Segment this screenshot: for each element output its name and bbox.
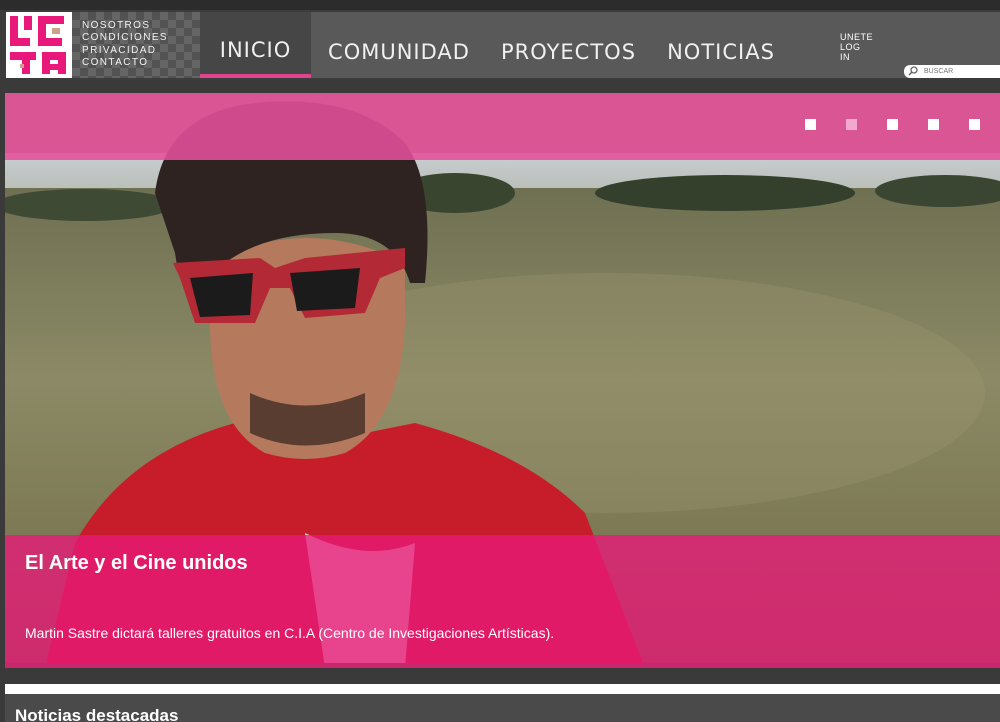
logo-mark-icon <box>10 16 66 74</box>
main-nav: INICIO COMUNIDAD PROYECTOS NOTICIAS <box>200 12 1000 78</box>
hero-slider: El Arte y el Cine unidos Martin Sastre d… <box>5 93 1000 668</box>
top-strip <box>0 0 1000 10</box>
featured-news-section: Noticias destacadas <box>5 694 1000 722</box>
slider-dot-5[interactable] <box>969 119 980 130</box>
nav-inicio[interactable]: INICIO <box>200 12 311 78</box>
slider-top-band <box>5 93 1000 160</box>
section-title: Noticias destacadas <box>15 706 179 722</box>
site-header: NOSOTROS CONDICIONES PRIVACIDAD CONTACTO… <box>0 10 1000 80</box>
slider-dot-2[interactable] <box>846 119 857 130</box>
login-link[interactable]: LOG IN <box>840 42 864 62</box>
slider-dot-3[interactable] <box>887 119 898 130</box>
link-privacidad[interactable]: PRIVACIDAD <box>82 45 168 57</box>
search-icon[interactable] <box>908 66 918 76</box>
slider-pagination <box>805 119 980 130</box>
nav-noticias[interactable]: NOTICIAS <box>660 12 782 78</box>
nav-comunidad[interactable]: COMUNIDAD <box>318 12 480 78</box>
search-input[interactable] <box>924 66 998 77</box>
footer-links: NOSOTROS CONDICIONES PRIVACIDAD CONTACTO <box>82 20 168 69</box>
slider-dot-1[interactable] <box>805 119 816 130</box>
nav-proyectos[interactable]: PROYECTOS <box>496 12 641 78</box>
link-condiciones[interactable]: CONDICIONES <box>82 32 168 44</box>
slide-caption[interactable]: El Arte y el Cine unidos Martin Sastre d… <box>5 535 1000 668</box>
site-logo[interactable] <box>6 12 72 78</box>
slider-dot-4[interactable] <box>928 119 939 130</box>
divider-bar <box>5 684 1000 694</box>
slide-title[interactable]: El Arte y el Cine unidos <box>25 552 248 575</box>
slide-description: Martin Sastre dictará talleres gratuitos… <box>25 625 555 641</box>
link-contacto[interactable]: CONTACTO <box>82 57 168 69</box>
search-box <box>904 65 1000 78</box>
account-links: UNETE LOG IN <box>840 32 873 62</box>
link-nosotros[interactable]: NOSOTROS <box>82 20 168 32</box>
join-link[interactable]: UNETE <box>840 32 873 42</box>
